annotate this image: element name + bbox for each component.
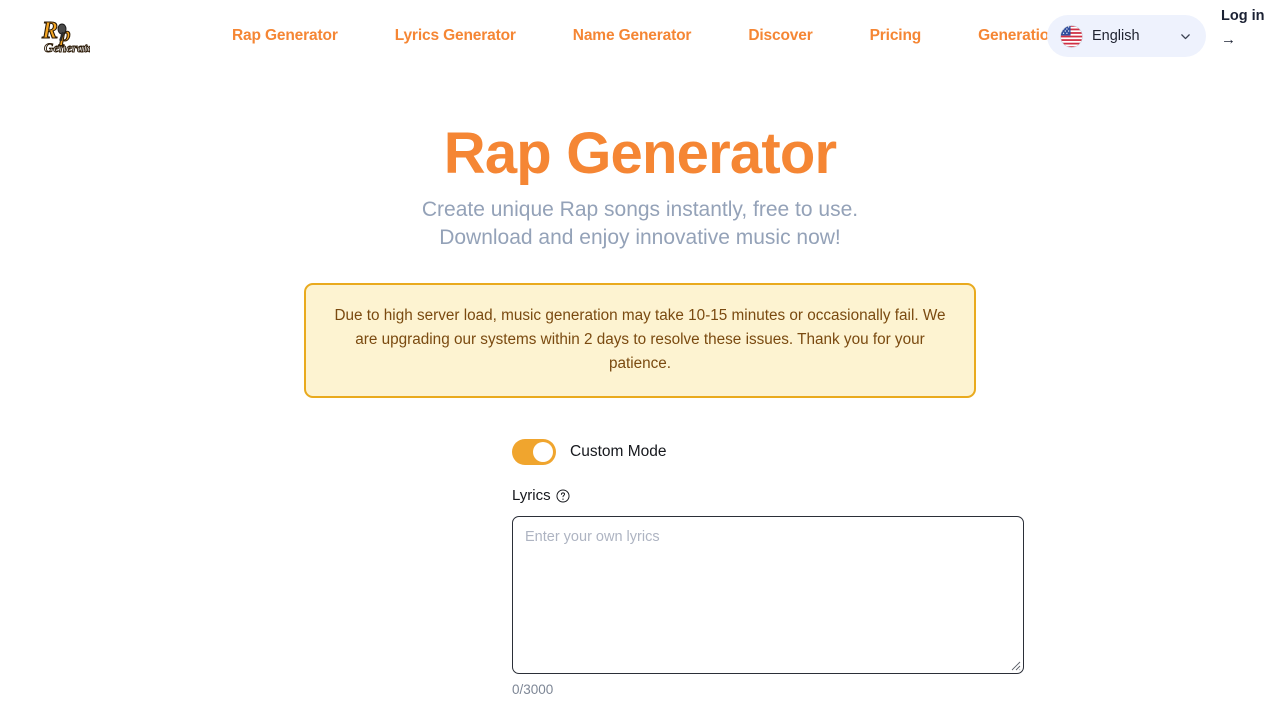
lyrics-field-label: Lyrics: [512, 485, 896, 506]
language-value: English: [1092, 28, 1140, 44]
hero-subtitle: Create unique Rap songs instantly, free …: [0, 196, 1280, 252]
site-header: R p Generator Rap Generator Lyrics Gener…: [0, 0, 1280, 72]
nav-item-pricing[interactable]: Pricing: [870, 25, 922, 47]
lyrics-input[interactable]: [512, 516, 1024, 674]
site-logo[interactable]: R p Generator: [38, 14, 100, 58]
custom-mode-toggle[interactable]: [512, 439, 556, 465]
toggle-knob: [533, 442, 553, 462]
lyrics-label-text: Lyrics: [512, 487, 551, 504]
language-selector[interactable]: English: [1047, 15, 1206, 57]
lyrics-textarea-wrapper: [512, 516, 1024, 674]
svg-text:Generator: Generator: [44, 40, 90, 55]
chevron-down-icon: [1181, 33, 1190, 39]
rap-generator-logo-icon: R p Generator: [40, 17, 100, 55]
hero-subtitle-line-1: Create unique Rap songs instantly, free …: [421, 198, 859, 221]
us-flag-icon: [1060, 24, 1083, 48]
question-circle-icon[interactable]: [556, 488, 570, 503]
server-load-notice: Due to high server load, music generatio…: [304, 283, 976, 398]
login-link[interactable]: Log in →: [1221, 4, 1267, 52]
nav-item-name-generator[interactable]: Name Generator: [573, 25, 692, 47]
generator-form: Custom Mode Lyrics 0/3000 Instrumental: [384, 439, 1024, 720]
custom-mode-label: Custom Mode: [570, 443, 667, 460]
nav-item-rap-generator[interactable]: Rap Generator: [232, 25, 338, 47]
page-title: Rap Generator: [443, 121, 837, 186]
lyrics-character-counter: 0/3000: [512, 682, 554, 697]
main-navigation: Rap Generator Lyrics Generator Name Gene…: [232, 25, 1059, 47]
hero-subtitle-line-2: Download and enjoy innovative music now!: [439, 226, 841, 249]
nav-item-lyrics-generator[interactable]: Lyrics Generator: [395, 25, 516, 47]
arrow-right-icon: →: [1221, 31, 1236, 48]
hero-section: Rap Generator Create unique Rap songs in…: [0, 72, 1280, 398]
custom-mode-row: Custom Mode: [512, 439, 896, 465]
login-label: Log in: [1221, 8, 1265, 24]
nav-item-discover[interactable]: Discover: [748, 25, 812, 47]
